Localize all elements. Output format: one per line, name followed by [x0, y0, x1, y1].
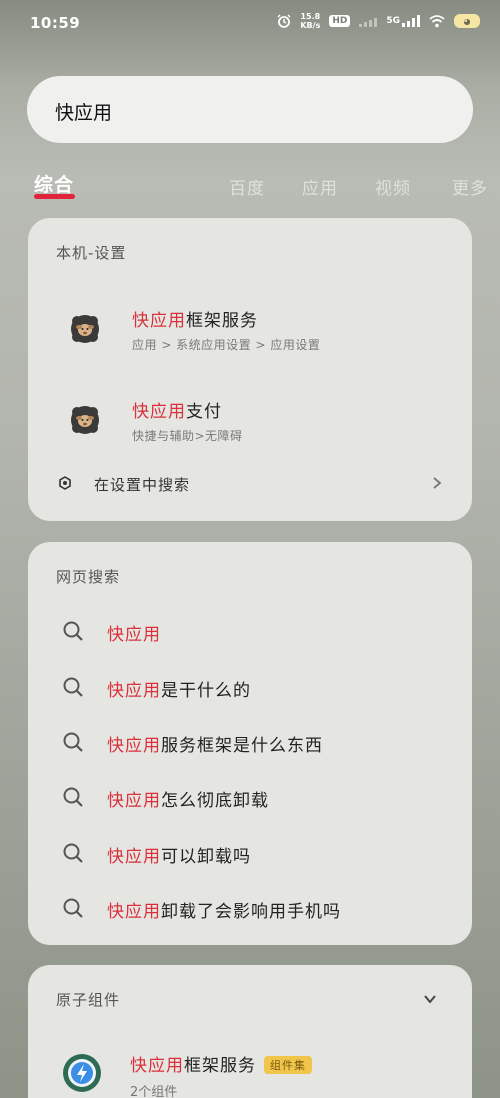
atomic-components-card: 原子组件 快应用框架服务 组件集 2个组件	[28, 965, 472, 1098]
web-search-card-title: 网页搜索	[56, 568, 121, 586]
tab-bar: 综合 百度 应用 视频 更多	[0, 166, 500, 206]
search-icon	[63, 787, 83, 807]
web-suggestion-item[interactable]: 快应用是干什么的	[28, 666, 472, 710]
status-icons: 15.8 KB/s HD 5G ◕	[277, 12, 480, 30]
search-icon	[63, 843, 83, 863]
settings-card: 本机-设置 快应用框架服务 应用 > 系统应用设置 > 应用设置 快应用支付 快…	[28, 218, 472, 521]
web-suggestion-text: 快应用服务框架是什么东西	[107, 736, 323, 756]
web-suggestion-item[interactable]: 快应用怎么彻底卸载	[28, 776, 472, 820]
status-bar: 10:59 15.8 KB/s HD 5G ◕	[0, 0, 500, 52]
search-icon	[63, 621, 83, 641]
settings-item-path: 快捷与辅助>无障碍	[132, 429, 243, 443]
network-speed: 15.8 KB/s	[300, 12, 321, 30]
web-suggestion-item[interactable]: 快应用服务框架是什么东西	[28, 721, 472, 765]
web-suggestion-item[interactable]: 快应用卸载了会影响用手机吗	[28, 887, 472, 931]
web-suggestion-text: 快应用是干什么的	[107, 681, 251, 701]
wifi-icon	[429, 14, 445, 27]
tab-video[interactable]: 视频	[375, 174, 411, 199]
component-set-badge: 组件集	[264, 1056, 312, 1074]
chevron-down-icon[interactable]	[422, 991, 438, 1007]
sheep-gear-icon	[71, 315, 99, 343]
search-in-settings-button[interactable]: 在设置中搜索	[28, 468, 472, 502]
tab-apps[interactable]: 应用	[302, 174, 338, 199]
settings-result-item[interactable]: 快应用支付 快捷与辅助>无障碍	[28, 379, 472, 453]
settings-item-path: 应用 > 系统应用设置 > 应用设置	[132, 338, 321, 352]
settings-item-title: 快应用框架服务	[132, 311, 258, 331]
search-query: 快应用	[55, 102, 113, 124]
search-input[interactable]: 快应用	[27, 76, 473, 143]
settings-card-title: 本机-设置	[56, 244, 127, 262]
tab-more[interactable]: 更多	[452, 174, 488, 199]
settings-result-item[interactable]: 快应用框架服务 应用 > 系统应用设置 > 应用设置	[28, 288, 472, 362]
web-suggestion-text: 快应用卸载了会影响用手机吗	[107, 902, 341, 922]
chevron-right-icon	[433, 477, 442, 489]
web-suggestion-text: 快应用怎么彻底卸载	[107, 791, 269, 811]
quick-app-lightning-icon	[63, 1054, 101, 1092]
sheep-gear-icon	[71, 406, 99, 434]
settings-gear-icon	[59, 476, 71, 490]
web-suggestion-item[interactable]: 快应用	[28, 610, 472, 654]
battery-icon: ◕	[454, 14, 480, 28]
atomic-component-count: 2个组件	[130, 1085, 178, 1098]
search-icon	[63, 732, 83, 752]
search-icon	[63, 898, 83, 918]
network-type: 5G	[386, 16, 400, 26]
signal-bars-icon	[402, 15, 420, 27]
tab-baidu[interactable]: 百度	[229, 174, 265, 199]
active-tab-indicator	[34, 194, 75, 199]
search-icon	[63, 677, 83, 697]
atomic-component-title: 快应用框架服务 组件集	[130, 1051, 312, 1076]
settings-item-title: 快应用支付	[132, 402, 222, 422]
alarm-icon	[277, 14, 291, 28]
signal-bars-sim2-icon	[359, 15, 378, 27]
web-suggestion-text: 快应用可以卸载吗	[107, 847, 251, 867]
web-suggestion-item[interactable]: 快应用可以卸载吗	[28, 832, 472, 876]
web-search-card: 网页搜索 快应用 快应用是干什么的 快应用服务框架是什么东西 快应用怎么彻底卸载…	[28, 542, 472, 945]
status-time: 10:59	[30, 14, 81, 32]
atomic-component-item[interactable]: 快应用框架服务 组件集 2个组件	[28, 1049, 472, 1098]
web-suggestion-text: 快应用	[107, 625, 161, 645]
search-in-settings-label: 在设置中搜索	[94, 476, 191, 494]
tab-comprehensive[interactable]: 综合	[34, 170, 74, 197]
hd-badge: HD	[329, 15, 351, 27]
atomic-components-card-title: 原子组件	[56, 991, 121, 1009]
